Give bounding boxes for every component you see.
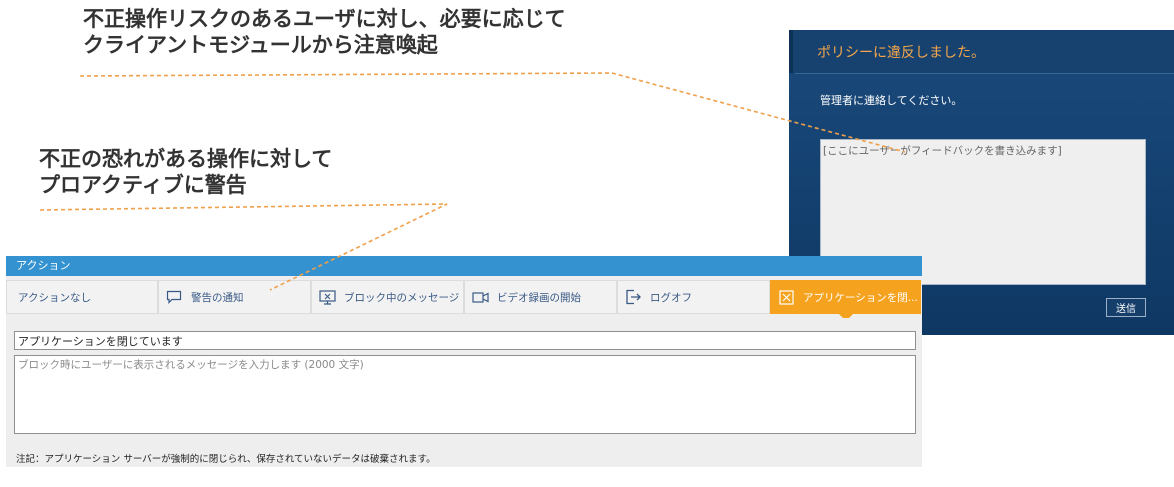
message-title-input[interactable] — [14, 331, 916, 350]
send-button[interactable]: 送信 — [1106, 298, 1146, 317]
tab-start-video-recording-label: ビデオ録画の開始 — [497, 291, 581, 304]
callout-proactive-warning-line1: 不正の恐れがある操作に対して — [39, 147, 333, 171]
action-panel: アクション アクションなし 警告の通知 ブロック中のメッセージ ビデオ録画の開始… — [6, 256, 922, 467]
close-box-icon — [777, 289, 795, 305]
tab-warning-notification[interactable]: 警告の通知 — [158, 280, 311, 314]
dialog-message: 管理者に連絡してください。 — [820, 94, 963, 107]
tab-no-action-label: アクションなし — [18, 291, 91, 304]
tab-logoff[interactable]: ログオフ — [617, 280, 770, 314]
video-camera-icon — [471, 289, 489, 305]
tab-blocking-message[interactable]: ブロック中のメッセージ — [311, 280, 464, 314]
callout-proactive-warning: 不正の恐れがある操作に対して プロアクティブに警告 — [39, 146, 332, 198]
speech-bubble-icon — [165, 289, 183, 305]
tab-logoff-label: ログオフ — [650, 291, 692, 304]
callout-client-module-line2: クライアントモジュールから注意喚起 — [83, 33, 438, 57]
tab-no-action[interactable]: アクションなし — [6, 280, 158, 314]
action-panel-header: アクション — [6, 256, 922, 276]
callout-client-module: 不正操作リスクのあるユーザに対し、必要に応じて クライアントモジュールから注意喚… — [83, 6, 566, 58]
callout-client-module-line1: 不正操作リスクのあるユーザに対し、必要に応じて — [83, 7, 566, 31]
action-tab-bar: アクションなし 警告の通知 ブロック中のメッセージ ビデオ録画の開始 ログオフ … — [6, 280, 922, 321]
dialog-divider — [795, 73, 1174, 74]
annotation-line-client-module — [79, 72, 906, 153]
action-panel-body: 注記：アプリケーション サーバーが強制的に閉じられ、保存されていないデータは破棄… — [6, 318, 922, 467]
dialog-header: ポリシーに違反しました。 — [789, 30, 1174, 73]
tab-warning-notification-label: 警告の通知 — [191, 291, 244, 304]
tab-blocking-message-label: ブロック中のメッセージ — [344, 291, 460, 304]
logoff-icon — [624, 289, 642, 305]
panel-note: 注記：アプリケーション サーバーが強制的に閉じられ、保存されていないデータは破棄… — [16, 454, 436, 465]
dialog-title: ポリシーに違反しました。 — [817, 45, 985, 61]
tab-close-application-label: アプリケーションを閉... — [803, 291, 918, 304]
tab-start-video-recording[interactable]: ビデオ録画の開始 — [464, 280, 617, 314]
monitor-block-icon — [318, 289, 336, 305]
block-message-textarea[interactable] — [14, 355, 916, 434]
callout-proactive-warning-line2: プロアクティブに警告 — [39, 173, 247, 197]
screenshot-stage: 不正操作リスクのあるユーザに対し、必要に応じて クライアントモジュールから注意喚… — [0, 0, 1174, 487]
tab-close-application[interactable]: アプリケーションを閉... — [770, 280, 921, 321]
